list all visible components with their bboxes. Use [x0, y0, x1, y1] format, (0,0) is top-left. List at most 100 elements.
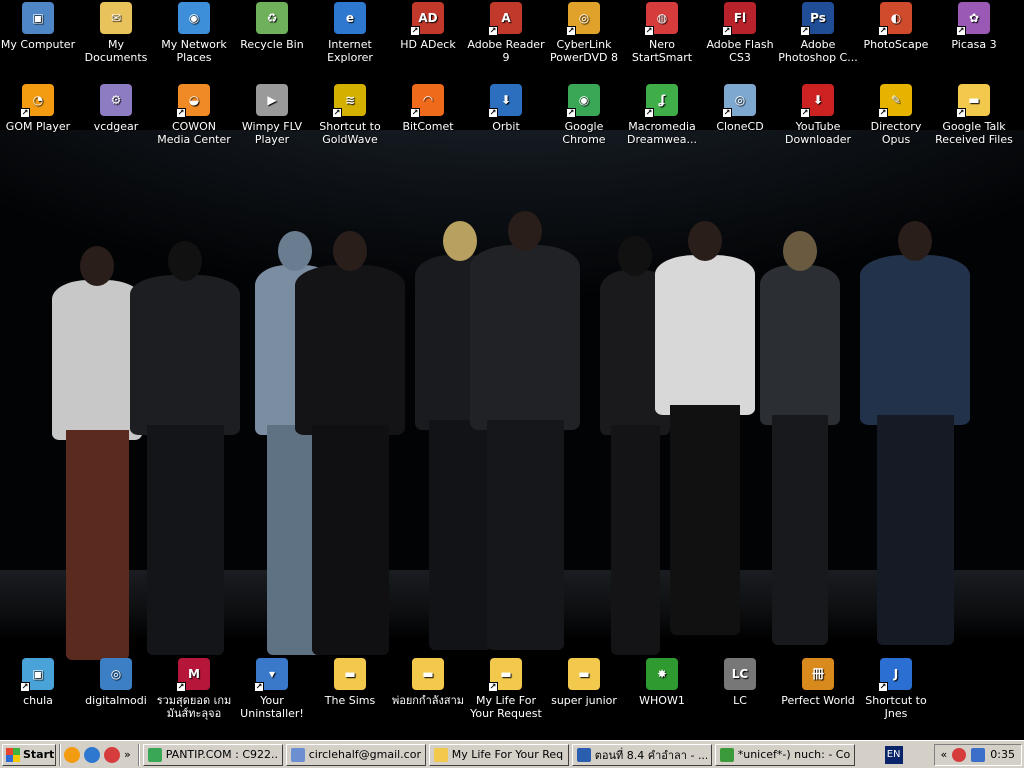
- perfect-world-icon: 冊: [802, 658, 834, 690]
- shortcut-arrow-icon: ↗: [20, 108, 30, 118]
- windows-flag-icon: [6, 747, 20, 762]
- tray-chevron-icon[interactable]: «: [941, 748, 948, 761]
- quicklaunch-chevron-icon[interactable]: »: [124, 748, 131, 761]
- shortcut-arrow-icon: ↗: [254, 682, 264, 692]
- taskbar-button[interactable]: circlehalf@gmail.com: [285, 743, 426, 766]
- desktop-icon[interactable]: ◎ ↗ CyberLink PowerDVD 8: [544, 2, 624, 64]
- shortcut-arrow-icon: ↗: [176, 108, 186, 118]
- wimpy-flv-icon: ▶: [256, 84, 288, 116]
- desktop-icon[interactable]: 冊 Perfect World: [778, 658, 858, 707]
- desktop-icon-label: digitalmodi: [85, 694, 147, 707]
- taskbar-button[interactable]: My Life For Your Req...: [428, 743, 569, 766]
- game-collection-icon: M ↗: [176, 658, 210, 692]
- start-button[interactable]: Start: [2, 743, 56, 766]
- desktop-icon[interactable]: ◎ digitalmodi: [76, 658, 156, 707]
- desktop-icon-label: WHOW1: [639, 694, 685, 707]
- desktop-icon-label: GOM Player: [5, 120, 71, 133]
- desktop-icon[interactable]: e Internet Explorer: [310, 2, 390, 64]
- desktop-icon-label: HD ADeck: [400, 38, 456, 51]
- nero-quicklaunch-icon[interactable]: [104, 746, 120, 763]
- desktop-icon[interactable]: ◐ ↗ PhotoScape: [856, 2, 936, 51]
- shortcut-arrow-icon: ↗: [332, 108, 342, 118]
- shortcut-arrow-icon: ↗: [176, 682, 186, 692]
- shortcut-arrow-icon: ↗: [956, 108, 966, 118]
- quick-launch: [64, 746, 120, 763]
- desktop-icon[interactable]: ▬ super junior: [544, 658, 624, 707]
- desktop-icon[interactable]: ◒↗COWON Media Center - jet...: [154, 84, 234, 146]
- desktop-icon[interactable]: ⚙ vcdgear: [76, 84, 156, 133]
- desktop-icon-label: CyberLink PowerDVD 8: [549, 38, 619, 64]
- desktop-icon[interactable]: ▬ The Sims: [310, 658, 390, 707]
- shortcut-arrow-icon: ↗: [956, 26, 966, 36]
- desktop-icon[interactable]: ▶ Wimpy FLV Player: [232, 84, 312, 146]
- desktop-icon[interactable]: ✸ WHOW1: [622, 658, 702, 707]
- desktop-icon[interactable]: J ↗ Shortcut to Jnes: [856, 658, 936, 720]
- folder-icon: ▬: [334, 658, 366, 690]
- shortcut-arrow-icon: ↗: [878, 108, 888, 118]
- bitcomet-icon: ◠ ↗: [410, 84, 444, 118]
- taskbar-button-label: My Life For Your Req...: [451, 748, 564, 761]
- my-documents-icon: ✉: [100, 2, 132, 34]
- shortcut-arrow-icon: ↗: [800, 26, 810, 36]
- desktop-icon[interactable]: M ↗ รวมสุดยอด เกมมันส์ทะลุจอ: [154, 658, 234, 720]
- ie-quicklaunch-icon[interactable]: [84, 746, 100, 763]
- desktop-icon[interactable]: A ↗ Adobe Reader 9: [466, 2, 546, 64]
- task-buttons: PANTIP.COM : C922... circlehalf@gmail.com…: [142, 743, 858, 766]
- word-task-icon: [576, 747, 591, 762]
- desktop-icon[interactable]: ⬇ ↗ YouTube Downloader: [778, 84, 858, 146]
- taskbar-button-label: circlehalf@gmail.com: [308, 748, 421, 761]
- desktop-icon[interactable]: ▣ ↗ chula: [0, 658, 78, 707]
- desktop-icon-label: Shortcut to GoldWave: [319, 120, 381, 146]
- desktop-icon[interactable]: ◎ ↗ CloneCD: [700, 84, 780, 133]
- desktop-icon[interactable]: ✿ ↗ Picasa 3: [934, 2, 1014, 51]
- desktop-icon[interactable]: ◉ My Network Places: [154, 2, 234, 64]
- desktop-icon[interactable]: ▬ ↗ My Life For Your Request: [466, 658, 546, 720]
- dreamweaver-icon: ʆ ↗: [644, 84, 678, 118]
- desktop-icon[interactable]: ◍ ↗ Nero StartSmart: [622, 2, 702, 64]
- taskbar-button-label: PANTIP.COM : C922...: [165, 748, 278, 761]
- desktop-icon[interactable]: ▬ พ่อยกกำลังสาม: [388, 658, 468, 707]
- desktop-icon[interactable]: ◔ ↗ GOM Player: [0, 84, 78, 133]
- shortcut-arrow-icon: ↗: [644, 26, 654, 36]
- desktop-icon[interactable]: ▾↗Your Uninstaller! 2006: [232, 658, 312, 720]
- desktop-icon[interactable]: ≋ ↗ Shortcut to GoldWave: [310, 84, 390, 146]
- desktop-icon[interactable]: ✎ ↗ Directory Opus: [856, 84, 936, 146]
- desktop-icon[interactable]: ◉ ↗ Google Chrome: [544, 84, 624, 146]
- desktop-icon[interactable]: Ps ↗ Adobe Photoshop C...: [778, 2, 858, 64]
- clock[interactable]: 0:35: [990, 748, 1015, 761]
- taskbar-button[interactable]: PANTIP.COM : C922...: [142, 743, 283, 766]
- wallpaper-figure: [52, 246, 142, 660]
- desktop-icon-label: CloneCD: [716, 120, 764, 133]
- adobe-reader-icon: A ↗: [488, 2, 522, 36]
- cowon-icon: ◒ ↗: [176, 84, 210, 118]
- desktop-icon[interactable]: ◠ ↗ BitComet: [388, 84, 468, 133]
- shortcut-arrow-icon: ↗: [410, 26, 420, 36]
- desktop-icon-label: Recycle Bin: [240, 38, 304, 51]
- desktop-icon[interactable]: Fl ↗ Adobe Flash CS3: [700, 2, 780, 64]
- desktop-icon[interactable]: ▬ ↗ Google Talk Received Files: [934, 84, 1014, 146]
- desktop-icon[interactable]: ʆ ↗ Macromedia Dreamwea...: [622, 84, 702, 146]
- taskbar-button[interactable]: *unicef*-) nuch: - Co...: [714, 743, 855, 766]
- gmail-notifier-icon[interactable]: [952, 747, 967, 762]
- desktop-icon[interactable]: ⬇ ↗ Orbit: [466, 84, 546, 133]
- directory-opus-icon: ✎ ↗: [878, 84, 912, 118]
- desktop-icon[interactable]: AD ↗ HD ADeck: [388, 2, 468, 51]
- desktop-icon[interactable]: LC LC: [700, 658, 780, 707]
- shortcut-arrow-icon: ↗: [566, 108, 576, 118]
- desktop-icon-label: Nero StartSmart: [631, 38, 693, 64]
- lc-icon: LC: [724, 658, 756, 690]
- gom-quicklaunch-icon[interactable]: [64, 746, 80, 763]
- picasa-icon: ✿ ↗: [956, 2, 990, 36]
- shortcut-arrow-icon: ↗: [722, 26, 732, 36]
- folder-icon: ▬: [568, 658, 600, 690]
- youtube-downloader-icon: ⬇ ↗: [800, 84, 834, 118]
- desktop-icon[interactable]: ♻ Recycle Bin: [232, 2, 312, 51]
- internet-explorer-icon: e: [334, 2, 366, 34]
- start-label: Start: [23, 748, 55, 761]
- taskbar-button[interactable]: ตอนที่ 8.4 คำอำลา - ...: [571, 743, 712, 766]
- language-indicator[interactable]: EN: [884, 745, 903, 764]
- folder-task-icon: [433, 747, 448, 762]
- desktop-icon[interactable]: ✉ My Documents: [76, 2, 156, 64]
- network-tray-icon[interactable]: [971, 747, 986, 762]
- desktop-icon[interactable]: ▣ My Computer: [0, 2, 78, 51]
